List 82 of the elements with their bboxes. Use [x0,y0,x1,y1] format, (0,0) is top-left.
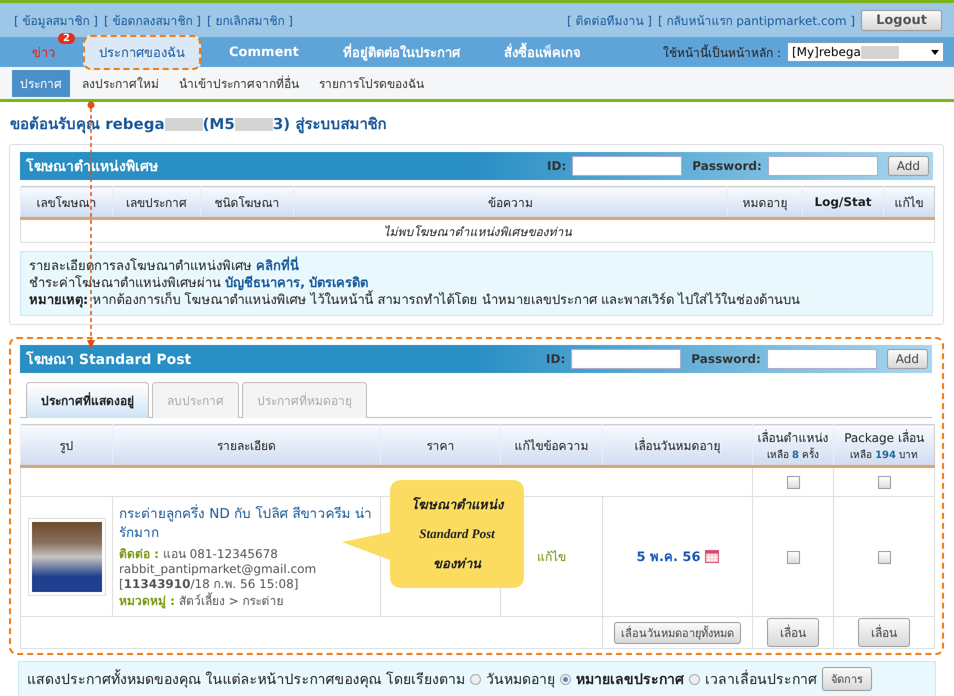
column-header: หมดอายุ [728,186,802,218]
sub-nav-tab[interactable]: ลงประกาศใหม่ [74,70,167,96]
column-header: Log/Stat [802,186,884,218]
category-text: สัตว์เลี้ยง > กระต่าย [178,594,284,608]
column-header: แก้ไขข้อความ [514,438,588,452]
radio-label[interactable]: วันหมดอายุ [486,668,555,690]
remaining-count: เหลือ 8 ครั้ง [755,447,831,462]
id-label: ID: [547,159,566,173]
password-input[interactable] [766,349,877,369]
top-link[interactable]: [ ข้อตกลงสมาชิก ] [104,10,201,30]
password-label: Password: [692,159,762,173]
nav-tab[interactable]: ประกาศของฉัน [83,34,201,70]
extend-all-button[interactable]: เลื่อนวันหมดอายุทั้งหมด [614,622,741,644]
column-header: ข้อความ [294,186,728,218]
id-input[interactable] [571,349,682,369]
checkbox[interactable] [786,550,800,564]
bump-button[interactable]: เลื่อน [858,618,910,647]
welcome-text: (M5 [202,115,235,133]
column-header: เลขโฆษณา [20,186,112,218]
top-link[interactable]: [ ข้อมูลสมาชิก ] [14,10,98,30]
panel-title: โฆษณาตำแหน่งพิเศษ [26,157,158,177]
info-text: ชำระค่าโฆษณาตำแหน่งพิเศษผ่าน [29,276,221,291]
email-text: rabbit_pantipmarket@gmail.com [119,562,316,576]
empty-message: ไม่พบโฆษณาตำแหน่งพิเศษของท่าน [20,218,934,242]
expiry-date: 5 พ.ค. 56 [636,549,701,567]
home-page-select[interactable]: [My]rebega [787,42,944,62]
contact-label: ติดต่อ : [119,546,159,560]
listing-reference: [11343910/18 ก.พ. 56 15:08] [119,576,298,590]
checkbox[interactable] [878,476,890,490]
calendar-icon[interactable] [704,550,719,563]
checkbox[interactable] [878,550,890,564]
column-header: ชนิดโฆษณา [200,186,294,218]
remaining-count: เหลือ 194 บาท [848,448,920,462]
checkbox[interactable] [786,476,800,490]
panel-title: โฆษณา Standard Post [26,350,192,370]
radio-button[interactable] [688,674,700,684]
callout-text: โฆษณาตำแหน่ง [411,496,503,514]
sub-nav-tab[interactable]: ประกาศ [12,70,70,96]
redacted-block [164,118,203,130]
sub-nav-tab[interactable]: นำเข้าประกาศจากที่อื่น [171,70,307,96]
info-text: รายละเอียดการลงโฆษณาตำแหน่งพิเศษ [29,259,252,274]
column-header: Package เลื่อน [843,428,925,447]
category-label: หมวดหมู่ : [119,594,175,608]
contact-text: แอน 081-12345678 [162,546,278,560]
add-button[interactable]: Add [886,349,928,369]
add-button[interactable]: Add [888,156,929,176]
radio-button[interactable] [470,674,481,684]
top-link[interactable]: [ ยกเลิกสมาชิก ] [207,10,293,30]
column-header: แก้ไข [884,186,934,218]
callout-text: ของท่าน [433,555,481,574]
bump-button[interactable]: เลื่อน [767,618,819,647]
radio-label[interactable]: หมายเลขประกาศ [576,668,684,690]
radio-label[interactable]: เวลาเลื่อนประกาศ [704,668,817,690]
radio-button[interactable] [560,674,571,684]
column-header: ราคา [426,438,454,452]
id-input[interactable] [572,156,682,176]
column-header: เลื่อนวันหมดอายุ [634,438,720,452]
column-header: รูป [60,438,74,452]
home-page-label: ใช้หน้านี้เป็นหน้าหลัก : [663,43,781,62]
password-label: Password: [691,352,761,366]
caret-icon [931,50,939,54]
tab[interactable]: ประกาศที่แสดงอยู่ [26,382,149,418]
id-label: ID: [546,352,566,366]
manage-button[interactable]: จัดการ [822,667,872,691]
password-input[interactable] [768,156,878,176]
callout-text: Standard Post [419,526,495,542]
top-link[interactable]: [ ติดต่อทีมงาน ] [567,10,652,30]
logout-button[interactable]: Logout [861,10,942,30]
column-header: เลขประกาศ [112,186,200,218]
top-link[interactable]: [ กลับหน้าแรก pantipmarket.com ] [658,10,856,30]
info-link[interactable]: บัญชีธนาคาร, [225,276,306,291]
sort-label: แสดงประกาศทั้งหมดของคุณ ในแต่ละหน้าประกาศของคุณ โดยเรียงตาม [27,668,465,690]
column-header: เลื่อนตำแหน่ง [756,428,830,447]
info-link[interactable]: บัตรเครดิต [309,276,368,291]
listing-title[interactable]: กระต่ายลูกครึ่ง ND กับ โปลิศ สีขาวครีม น่ารักมาก [119,504,374,542]
info-link[interactable]: คลิกที่นี่ [256,259,300,274]
edit-link[interactable]: แก้ไข [537,550,566,564]
sub-nav-tab[interactable]: รายการโปรดของฉัน [311,70,432,96]
welcome-text: 3) สู่ระบบสมาชิก [272,114,386,136]
welcome-text: ขอต้อนรับคุณ rebega [10,114,165,136]
column-header: รายละเอียด [217,438,276,452]
redacted-block [234,118,273,130]
